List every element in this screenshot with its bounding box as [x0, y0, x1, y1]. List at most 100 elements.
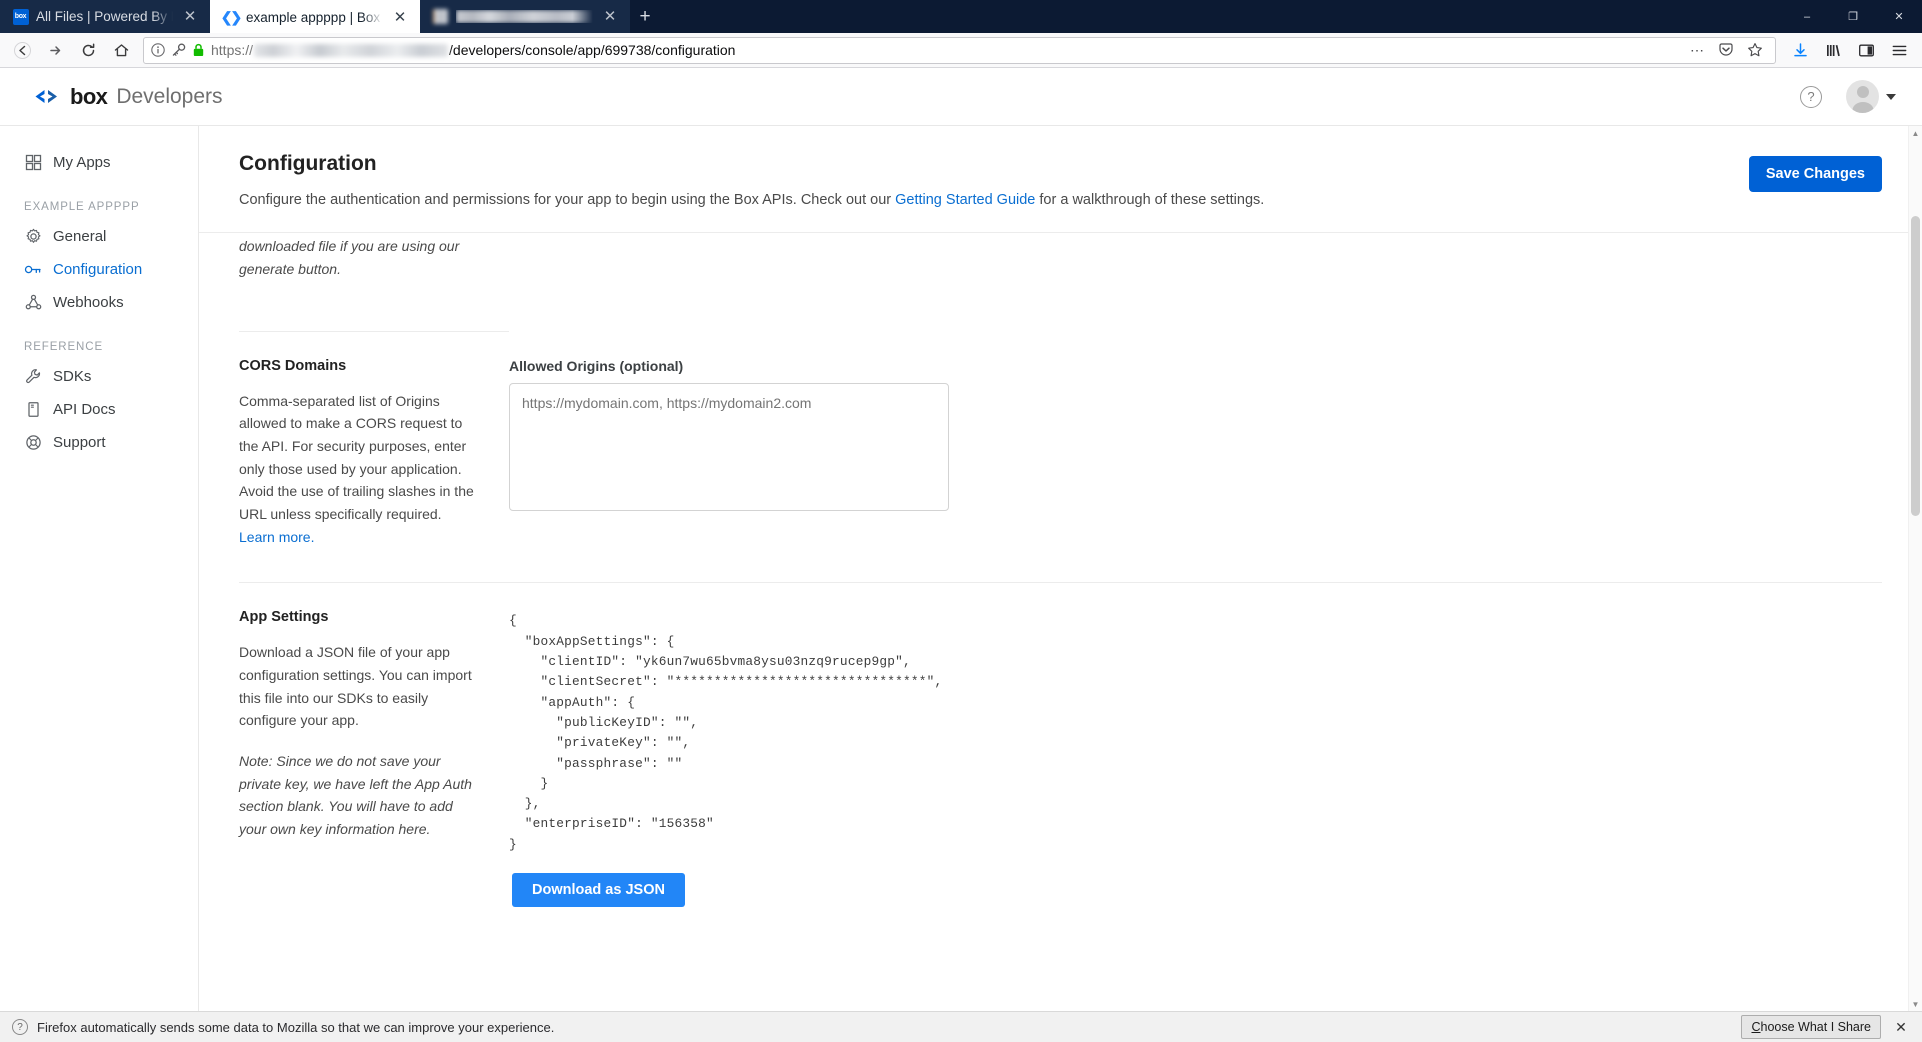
new-tab-button[interactable]: +	[630, 0, 660, 33]
sidebar-item-label: Support	[53, 434, 106, 451]
pocket-icon[interactable]	[1713, 38, 1739, 62]
choose-what-i-share-button[interactable]: Choose What I Share	[1741, 1015, 1881, 1039]
tab-title: All Files | Powered By Box	[36, 9, 173, 24]
close-icon[interactable]: ✕	[600, 7, 620, 27]
allowed-origins-label: Allowed Origins (optional)	[509, 357, 684, 374]
maximize-button[interactable]: ❐	[1830, 0, 1876, 33]
sidebar-item-support[interactable]: Support	[0, 426, 198, 459]
close-icon[interactable]: ✕	[390, 8, 410, 28]
getting-started-guide-link[interactable]: Getting Started Guide	[895, 192, 1035, 208]
scroll-down-arrow[interactable]: ▼	[1909, 997, 1922, 1011]
sidebar-item-label: My Apps	[53, 154, 111, 171]
browser-toolbar-right	[1784, 36, 1915, 65]
app-settings-json: { "boxAppSettings": { "clientID": "yk6un…	[509, 613, 943, 852]
grid-icon	[24, 154, 42, 172]
scroll-up-arrow[interactable]: ▲	[1909, 126, 1922, 140]
allowed-origins-input[interactable]	[509, 382, 949, 511]
page-title: Configuration	[239, 152, 377, 175]
key-icon	[24, 261, 42, 279]
close-icon[interactable]: ✕	[180, 7, 200, 27]
address-bar[interactable]: https:// /developers/console/app/699738/c…	[143, 36, 1776, 64]
reload-button[interactable]	[73, 36, 104, 65]
section-cors-domains: CORS Domains Comma-separated list of Ori…	[239, 332, 1882, 584]
library-icon[interactable]	[1817, 36, 1849, 65]
star-icon[interactable]	[1742, 38, 1768, 62]
url-text[interactable]: https:// /developers/console/app/699738/c…	[211, 42, 1678, 58]
ellipsis-icon[interactable]: ⋯	[1684, 38, 1710, 62]
sidebar-item-label: API Docs	[53, 401, 116, 418]
main-content: Configuration Configure the authenticati…	[199, 126, 1922, 1011]
close-window-button[interactable]: ✕	[1876, 0, 1922, 33]
sidebar-item-sdks[interactable]: SDKs	[0, 360, 198, 393]
button-label-rest: hoose What I Share	[1760, 1020, 1871, 1034]
browser-window: box All Files | Powered By Box ✕ ❮❯ exam…	[0, 0, 1922, 1042]
sidebar-item-label: General	[53, 228, 107, 245]
tab-title: example appppp | Box Developers	[246, 10, 383, 25]
help-circle-icon[interactable]: ?	[1800, 85, 1822, 108]
back-button[interactable]	[7, 36, 38, 65]
cors-learn-more-link[interactable]: Learn more.	[239, 529, 314, 545]
gear-icon	[24, 228, 42, 246]
download-as-json-button[interactable]: Download as JSON	[512, 873, 685, 908]
sidebar-item-configuration[interactable]: Configuration	[0, 253, 198, 286]
page-info-icon[interactable]	[151, 43, 165, 57]
webhook-icon	[24, 294, 42, 312]
info-circle-icon: ?	[12, 1019, 28, 1035]
cors-section-title: CORS Domains	[239, 357, 347, 374]
home-button[interactable]	[106, 36, 137, 65]
scrollbar-thumb[interactable]	[1911, 216, 1920, 516]
user-avatar	[1846, 80, 1879, 113]
user-menu[interactable]	[1846, 80, 1896, 113]
chevron-down-icon	[1886, 93, 1896, 100]
forward-button[interactable]	[40, 36, 71, 65]
save-changes-button[interactable]: Save Changes	[1748, 156, 1882, 192]
saved-login-icon[interactable]	[171, 43, 186, 57]
app-settings-note: Note: Since we do not save your private …	[239, 753, 472, 838]
notification-text: Firefox automatically sends some data to…	[37, 1019, 555, 1035]
window-controls: – ❐ ✕	[1784, 0, 1922, 33]
app-settings-description: Download a JSON file of your app configu…	[239, 644, 472, 729]
tab-title	[456, 10, 593, 23]
box-chevron-logo-icon	[32, 87, 61, 107]
cors-section-description: Comma-separated list of Origins allowed …	[239, 390, 479, 549]
wrench-icon	[24, 368, 42, 386]
browser-tab-all-files[interactable]: box All Files | Powered By Box ✕	[0, 0, 210, 33]
brand-suffix: Developers	[116, 84, 223, 108]
subtitle-text-after: for a walkthrough of these settings.	[1035, 192, 1265, 208]
url-path: /developers/console/app/699738/configura…	[449, 42, 736, 58]
sidebar-item-general[interactable]: General	[0, 220, 198, 253]
settings-sections: key, so make sure you save the downloade…	[199, 233, 1922, 941]
sidebar: My Apps EXAMPLE APPPPP General Configura…	[0, 126, 199, 1011]
code-favicon: ❮❯	[220, 9, 243, 25]
box-developers-logo[interactable]: box Developers	[32, 84, 223, 110]
sidebar-item-label: SDKs	[53, 368, 92, 385]
app-settings-title: App Settings	[239, 609, 329, 626]
app-header: box Developers ?	[0, 68, 1922, 126]
hamburger-menu-icon[interactable]	[1883, 36, 1915, 65]
sidebar-item-webhooks[interactable]: Webhooks	[0, 286, 198, 319]
book-icon	[24, 401, 42, 419]
sidebar-item-api-docs[interactable]: API Docs	[0, 393, 198, 426]
close-icon[interactable]: ✕	[1890, 1019, 1912, 1036]
minimize-button[interactable]: –	[1784, 0, 1830, 33]
page-header: Configuration Configure the authenticati…	[199, 126, 1922, 233]
browser-tab-redacted[interactable]: ✕	[420, 0, 630, 33]
redacted-favicon	[432, 8, 449, 25]
sidebar-icon[interactable]	[1850, 36, 1882, 65]
url-redacted-host	[254, 43, 449, 57]
content-scrollbar[interactable]: ▲ ▼	[1908, 126, 1922, 1011]
browser-tab-box-developers[interactable]: ❮❯ example appppp | Box Developers ✕	[210, 0, 420, 33]
sidebar-item-my-apps[interactable]: My Apps	[0, 146, 198, 179]
navigation-toolbar: https:// /developers/console/app/699738/c…	[0, 33, 1922, 68]
sidebar-item-label: Configuration	[53, 261, 143, 278]
downloads-icon[interactable]	[1784, 36, 1816, 65]
url-scheme: https://	[211, 42, 254, 58]
subtitle-text-before: Configure the authentication and permiss…	[239, 192, 896, 208]
cors-desc-text: Comma-separated list of Origins allowed …	[239, 392, 474, 523]
partial-section-text: key, so make sure you save the downloade…	[239, 238, 460, 278]
web-page: box Developers ? My Apps EXAMPLE APPPPP …	[0, 68, 1922, 1042]
sidebar-item-label: Webhooks	[53, 294, 124, 311]
sidebar-section-app: EXAMPLE APPPPP	[24, 201, 140, 213]
button-accesskey: C	[1751, 1020, 1761, 1034]
secure-lock-icon[interactable]	[192, 43, 205, 57]
